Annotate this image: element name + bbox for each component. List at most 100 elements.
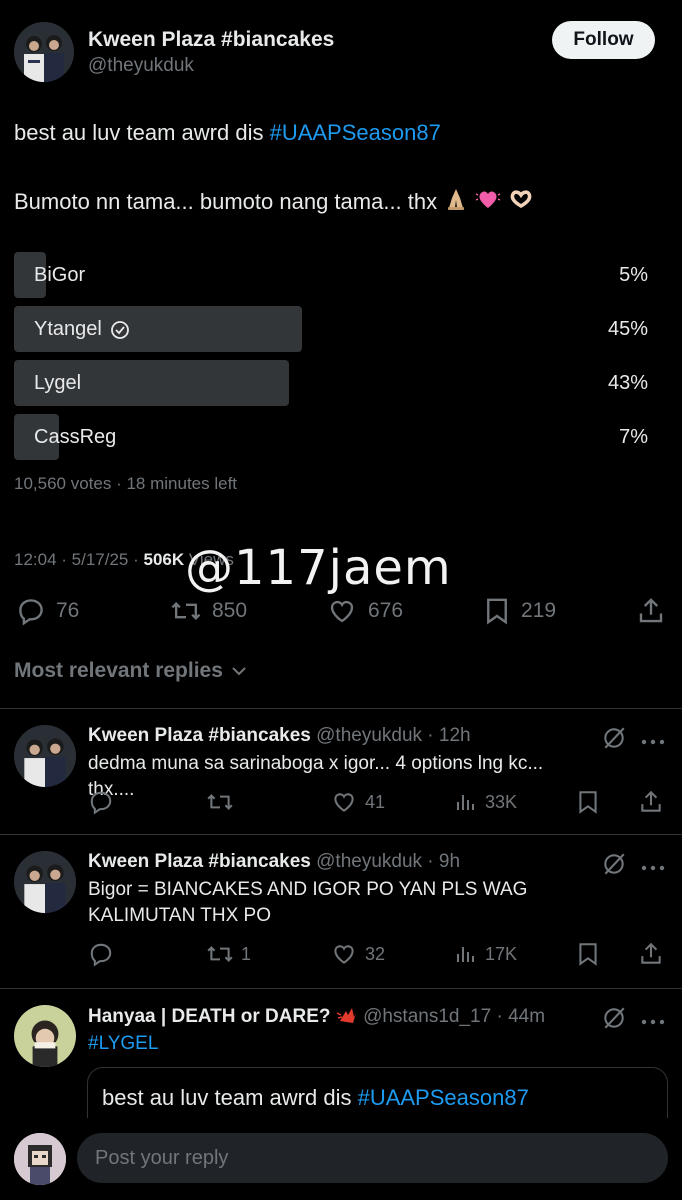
reply-like-button[interactable]: 32 bbox=[330, 941, 385, 967]
tweet-time[interactable]: 12:04 · 5/17/25 · bbox=[14, 550, 143, 569]
reply-author-handle[interactable]: @hstans1d_17 · 44m bbox=[363, 1006, 545, 1027]
poll-option-percent: 7% bbox=[619, 426, 648, 448]
reply-item[interactable]: Kween Plaza #biancakes @theyukduk · 9h B… bbox=[0, 851, 682, 976]
tweet-hashtag[interactable]: #UAAPSeason87 bbox=[270, 120, 441, 145]
reply-author-name[interactable]: Hanyaa | DEATH or DARE? bbox=[88, 1006, 331, 1027]
reply-repost-count: 1 bbox=[241, 943, 252, 964]
like-action[interactable]: 676 bbox=[326, 596, 403, 626]
reply-author-name[interactable]: Kween Plaza #biancakes bbox=[88, 851, 311, 872]
analytics-icon bbox=[457, 947, 474, 962]
reply-avatar[interactable] bbox=[14, 1005, 76, 1067]
reply-text: Bigor = BIANCAKES AND IGOR PO YAN PLS WA… bbox=[88, 879, 528, 926]
heart-emoji bbox=[475, 186, 501, 218]
repost-icon bbox=[171, 601, 201, 621]
reply-action[interactable]: 76 bbox=[16, 596, 79, 626]
tweet-text-line1: best au luv team awrd dis #UAAPSeason87 bbox=[14, 120, 441, 146]
reply-author-handle[interactable]: @theyukduk · 12h bbox=[316, 725, 471, 746]
views-count: 506K bbox=[143, 550, 185, 569]
tweet-header: Kween Plaza #biancakes @theyukduk Follow bbox=[0, 0, 682, 100]
reply-repost-button[interactable]: 1 bbox=[206, 941, 251, 967]
heart-icon bbox=[334, 793, 354, 812]
reply-like-count: 32 bbox=[365, 943, 386, 964]
reply-sort-dropdown[interactable]: Most relevant replies bbox=[14, 659, 249, 683]
more-icon[interactable] bbox=[640, 859, 666, 877]
author-handle[interactable]: @theyukduk bbox=[88, 55, 194, 77]
share-icon bbox=[639, 598, 663, 623]
reply-repost-button[interactable] bbox=[206, 789, 241, 815]
reply-views-button[interactable]: 33K bbox=[454, 789, 517, 815]
repost-icon bbox=[207, 946, 233, 962]
poll-option[interactable]: Ytangel 45% bbox=[14, 306, 654, 352]
reply-author-name[interactable]: Kween Plaza #biancakes bbox=[88, 725, 311, 746]
reply-composer: Post your reply bbox=[0, 1118, 682, 1200]
share-icon bbox=[641, 942, 661, 964]
praying-hands-emoji bbox=[443, 186, 469, 218]
poll-option-percent: 5% bbox=[619, 264, 648, 286]
reply-bookmark-button[interactable] bbox=[576, 941, 600, 967]
heart-icon bbox=[334, 945, 354, 964]
reply-hashtag[interactable]: #LYGEL bbox=[88, 1031, 568, 1057]
repost-icon bbox=[207, 794, 233, 810]
poll-option[interactable]: BiGor 5% bbox=[14, 252, 654, 298]
poll-option-label: BiGor bbox=[34, 264, 85, 287]
reply-avatar[interactable] bbox=[14, 725, 76, 787]
reply-views-count: 17K bbox=[485, 943, 518, 964]
poll-option[interactable]: Lygel 43% bbox=[14, 360, 654, 406]
watermark: @117jaem bbox=[185, 540, 452, 596]
poll-option-text: CassReg bbox=[34, 426, 117, 448]
share-action[interactable] bbox=[636, 596, 666, 626]
reply-share-button[interactable] bbox=[638, 789, 664, 815]
chevron-down-icon bbox=[232, 667, 246, 676]
poll-option-percent: 45% bbox=[607, 318, 648, 340]
more-icon[interactable] bbox=[640, 733, 666, 751]
reply-icon bbox=[90, 943, 112, 967]
grok-icon[interactable] bbox=[601, 851, 627, 882]
quoted-hashtag[interactable]: #UAAPSeason87 bbox=[358, 1085, 529, 1110]
poll-option-text: Ytangel bbox=[34, 318, 102, 340]
check-circle-icon bbox=[110, 320, 129, 339]
reply-like-count: 41 bbox=[365, 791, 386, 812]
bookmark-count: 219 bbox=[521, 599, 557, 622]
bookmark-icon bbox=[579, 791, 597, 814]
reply-views-button[interactable]: 17K bbox=[454, 941, 517, 967]
grok-icon[interactable] bbox=[601, 1005, 627, 1036]
reply-comment-button[interactable] bbox=[88, 789, 114, 815]
share-icon bbox=[641, 790, 661, 812]
author-avatar[interactable] bbox=[14, 22, 74, 82]
poll-option[interactable]: CassReg 7% bbox=[14, 414, 654, 460]
reply-icon bbox=[90, 791, 112, 815]
bookmark-icon bbox=[487, 598, 507, 625]
user-avatar[interactable] bbox=[14, 1133, 66, 1185]
reply-share-button[interactable] bbox=[638, 941, 664, 967]
reply-comment-button[interactable] bbox=[88, 941, 114, 967]
poll-meta: 10,560 votes · 18 minutes left bbox=[14, 474, 238, 493]
reply-header: Kween Plaza #biancakes @theyukduk · 9h bbox=[88, 851, 460, 873]
grok-icon[interactable] bbox=[601, 725, 627, 756]
quoted-text: best au luv team awrd dis bbox=[102, 1085, 358, 1110]
reply-input[interactable]: Post your reply bbox=[77, 1133, 668, 1183]
poll-option-label: Lygel bbox=[34, 372, 81, 395]
divider bbox=[0, 834, 682, 835]
like-count: 676 bbox=[368, 599, 404, 622]
heart-hands-emoji bbox=[508, 186, 534, 218]
divider bbox=[0, 988, 682, 989]
analytics-icon bbox=[457, 795, 474, 810]
reply-avatar[interactable] bbox=[14, 851, 76, 913]
repost-action[interactable]: 850 bbox=[170, 596, 247, 626]
reply-bookmark-button[interactable] bbox=[576, 789, 600, 815]
quoted-tweet-text: best au luv team awrd dis #UAAPSeason87 bbox=[102, 1085, 529, 1111]
tweet-text-line2: Bumoto nn tama... bumoto nang tama... th… bbox=[14, 186, 534, 218]
reply-item[interactable]: Kween Plaza #biancakes @theyukduk · 12h … bbox=[0, 725, 682, 825]
reply-author-handle[interactable]: @theyukduk · 9h bbox=[316, 851, 460, 872]
poll-option-text: Lygel bbox=[34, 372, 82, 394]
poll-option-text: BiGor bbox=[34, 264, 86, 286]
fire-emoji bbox=[336, 1005, 358, 1031]
author-name[interactable]: Kween Plaza #biancakes bbox=[88, 28, 334, 52]
follow-button[interactable]: Follow bbox=[552, 21, 655, 59]
reply-sort-label: Most relevant replies bbox=[14, 659, 223, 682]
repost-count: 850 bbox=[212, 599, 248, 622]
poll-option-percent: 43% bbox=[607, 372, 648, 394]
reply-like-button[interactable]: 41 bbox=[330, 789, 385, 815]
bookmark-action[interactable]: 219 bbox=[483, 596, 556, 626]
more-icon[interactable] bbox=[640, 1013, 666, 1031]
